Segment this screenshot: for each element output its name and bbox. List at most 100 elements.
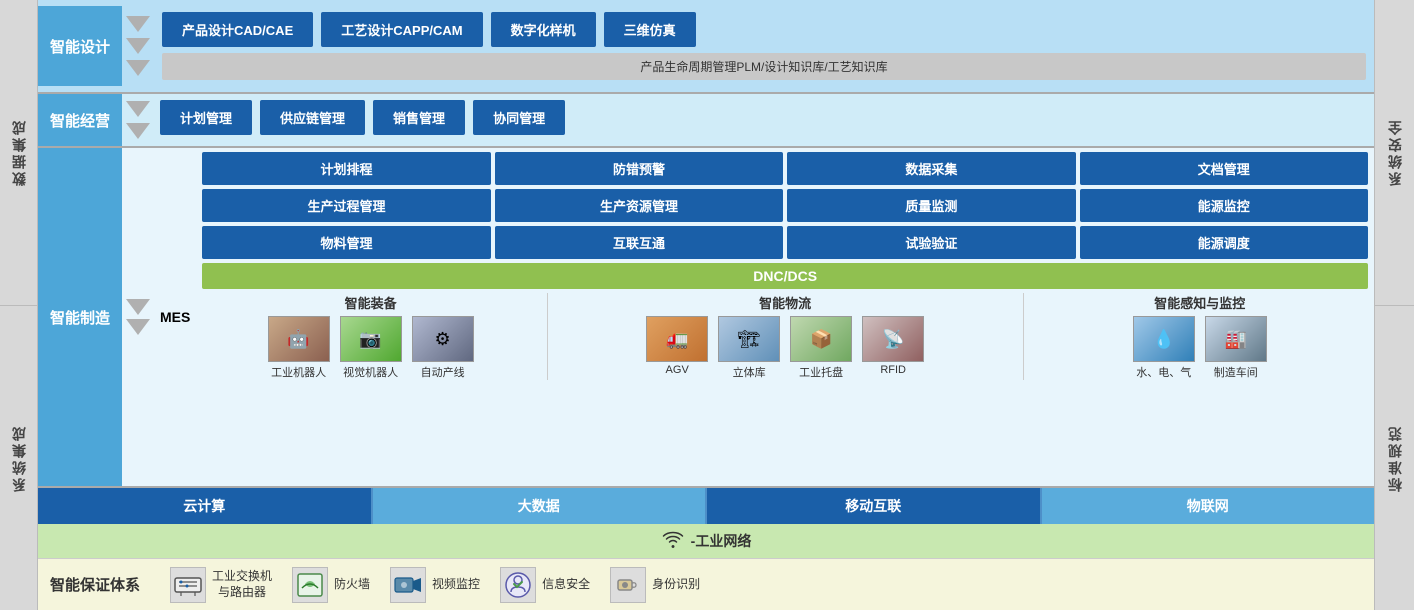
smart-equipment-title: 智能装备	[202, 293, 538, 312]
manufacturing-inner: 计划排程 防错预警 数据采集 文档管理 生产过程管理 生产资源管理 质量监测 能…	[196, 148, 1374, 486]
smart-sensing-title: 智能感知与监控	[1032, 293, 1368, 312]
mes-cell-energy-dispatch: 能源调度	[1080, 226, 1368, 259]
mes-grid-row3: 物料管理 互联互通 试验验证 能源调度	[202, 226, 1368, 259]
switch-icon	[170, 567, 206, 603]
guarantee-item-identity: 身份识别	[610, 567, 700, 603]
pallet-item: 📦 工业托盘	[787, 316, 855, 380]
mes-cell-doc-mgmt: 文档管理	[1080, 152, 1368, 185]
sys-security-label: 系统安全	[1375, 0, 1414, 306]
mes-cell-interconnect: 互联互通	[495, 226, 783, 259]
mes-grid-row2: 生产过程管理 生产资源管理 质量监测 能源监控	[202, 189, 1368, 222]
factory-item: 🏭 制造车间	[1202, 316, 1270, 380]
plan-mgmt-button[interactable]: 计划管理	[160, 100, 252, 135]
mes-cell-prod-res: 生产资源管理	[495, 189, 783, 222]
data-collect-label: 数据集成	[0, 0, 37, 306]
security-label: 信息安全	[542, 577, 590, 593]
sys-integrate-label: 系统集成	[0, 306, 37, 610]
water-elec-gas-item: 💧 水、电、气	[1130, 316, 1198, 380]
collab-mgmt-button[interactable]: 协同管理	[473, 100, 565, 135]
3d-sim-button[interactable]: 三维仿真	[604, 12, 696, 47]
design-buttons-row: 产品设计CAD/CAE 工艺设计CAPP/CAM 数字化样机 三维仿真	[162, 12, 1366, 47]
std-norm-text: 标准规范	[1385, 424, 1405, 492]
iot-cell: 物联网	[1042, 488, 1375, 524]
vision-robot-image: 📷	[340, 316, 402, 362]
arrow-down-6	[126, 299, 150, 315]
cad-cae-button[interactable]: 产品设计CAD/CAE	[162, 12, 313, 47]
intelligent-management-label: 智能经营	[38, 94, 122, 146]
sales-mgmt-button[interactable]: 销售管理	[373, 100, 465, 135]
supply-chain-button[interactable]: 供应链管理	[260, 100, 365, 135]
separator-1	[547, 293, 548, 380]
arrow-down-7	[126, 319, 150, 335]
smart-equipment-items: 🤖 工业机器人 📷 视觉机器人 ⚙ 自动产线	[202, 316, 538, 380]
switch-label: 工业交换机与路由器	[212, 569, 272, 600]
mes-cell-quality: 质量监测	[787, 189, 1075, 222]
smart-sensing-items: 💧 水、电、气 🏭 制造车间	[1032, 316, 1368, 380]
guarantee-label: 智能保证体系	[50, 574, 140, 595]
firewall-label: 防火墙	[334, 577, 370, 593]
intelligent-manufacturing-label: 智能制造	[38, 148, 122, 486]
arrow-down-4	[126, 101, 150, 117]
pallet-label: 工业托盘	[799, 364, 843, 380]
equipment-row: 智能装备 🤖 工业机器人 📷 视觉机器人 ⚙	[202, 293, 1368, 380]
guarantee-items: 工业交换机与路由器 防火墙	[170, 567, 700, 603]
water-elec-gas-image: 💧	[1133, 316, 1195, 362]
management-buttons-row: 计划管理 供应链管理 销售管理 协同管理	[160, 100, 1368, 135]
mes-label: MES	[154, 148, 196, 486]
dnc-dcs-bar: DNC/DCS	[202, 263, 1368, 289]
right-panel: 系统安全 标准规范	[1374, 0, 1414, 610]
mes-grid-row1: 计划排程 防错预警 数据采集 文档管理	[202, 152, 1368, 185]
rfid-item: 📡 RFID	[859, 316, 927, 380]
auto-line-item: ⚙ 自动产线	[409, 316, 477, 380]
stereo-storage-label: 立体库	[733, 364, 766, 380]
capp-cam-button[interactable]: 工艺设计CAPP/CAM	[321, 12, 482, 47]
digital-mock-button[interactable]: 数字化样机	[491, 12, 596, 47]
intelligent-manufacturing-row: 智能制造 MES 计划排程 防错预警 数据采集 文档管理 生产过程管理	[38, 148, 1374, 488]
guarantee-item-firewall: 防火墙	[292, 567, 370, 603]
smart-logistics-group: 智能物流 🚛 AGV 🏗 立体库 📦	[556, 293, 1015, 380]
mobile-internet-cell: 移动互联	[707, 488, 1042, 524]
big-data-cell: 大数据	[373, 488, 708, 524]
agv-item: 🚛 AGV	[643, 316, 711, 380]
intelligent-management-row: 智能经营 计划管理 供应链管理 销售管理 协同管理	[38, 94, 1374, 148]
video-label: 视频监控	[432, 577, 480, 593]
arrow-down-5	[126, 123, 150, 139]
firewall-icon	[292, 567, 328, 603]
mes-cell-plan-schedule: 计划排程	[202, 152, 490, 185]
mes-cell-material: 物料管理	[202, 226, 490, 259]
intelligent-design-label: 智能设计	[38, 6, 122, 86]
center-content: 智能设计 产品设计CAD/CAE 工艺设计CAPP/CAM 数字化样机 三维仿真…	[38, 0, 1374, 610]
mes-cell-test-verify: 试验验证	[787, 226, 1075, 259]
identity-icon	[610, 567, 646, 603]
sys-security-text: 系统安全	[1385, 118, 1405, 186]
guarantee-row: 智能保证体系 工业交换机	[38, 558, 1374, 610]
guarantee-item-switch: 工业交换机与路由器	[170, 567, 272, 603]
smart-sensing-group: 智能感知与监控 💧 水、电、气 🏭 制造车间	[1032, 293, 1368, 380]
robot-item: 🤖 工业机器人	[265, 316, 333, 380]
pallet-image: 📦	[790, 316, 852, 362]
wifi-icon	[661, 529, 685, 554]
water-elec-gas-label: 水、电、气	[1136, 364, 1191, 380]
mes-cell-error-prevent: 防错预警	[495, 152, 783, 185]
identity-label: 身份识别	[652, 577, 700, 593]
main-container: 数据集成 系统集成 智能设计 产品设计CAD/CAE 工艺设计CAPP/CAM …	[0, 0, 1414, 610]
infrastructure-row: 云计算 大数据 移动互联 物联网	[38, 488, 1374, 524]
smart-logistics-items: 🚛 AGV 🏗 立体库 📦 工业托盘	[556, 316, 1015, 380]
mes-cell-prod-proc: 生产过程管理	[202, 189, 490, 222]
intelligent-management-content: 计划管理 供应链管理 销售管理 协同管理	[154, 94, 1374, 146]
vision-robot-label: 视觉机器人	[343, 364, 398, 380]
stereo-storage-image: 🏗	[718, 316, 780, 362]
guarantee-item-security: 信息安全	[500, 567, 590, 603]
intelligent-design-row: 智能设计 产品设计CAD/CAE 工艺设计CAPP/CAM 数字化样机 三维仿真…	[38, 0, 1374, 94]
std-norm-label: 标准规范	[1375, 306, 1414, 610]
factory-image: 🏭	[1205, 316, 1267, 362]
smart-logistics-title: 智能物流	[556, 293, 1015, 312]
separator-2	[1023, 293, 1024, 380]
vision-robot-item: 📷 视觉机器人	[337, 316, 405, 380]
mes-cell-energy-mon: 能源监控	[1080, 189, 1368, 222]
arrow-down-3	[126, 60, 150, 76]
arrow-down-2	[126, 38, 150, 54]
left-panel: 数据集成 系统集成	[0, 0, 38, 610]
mes-cell-data-collect: 数据采集	[787, 152, 1075, 185]
rfid-image: 📡	[862, 316, 924, 362]
